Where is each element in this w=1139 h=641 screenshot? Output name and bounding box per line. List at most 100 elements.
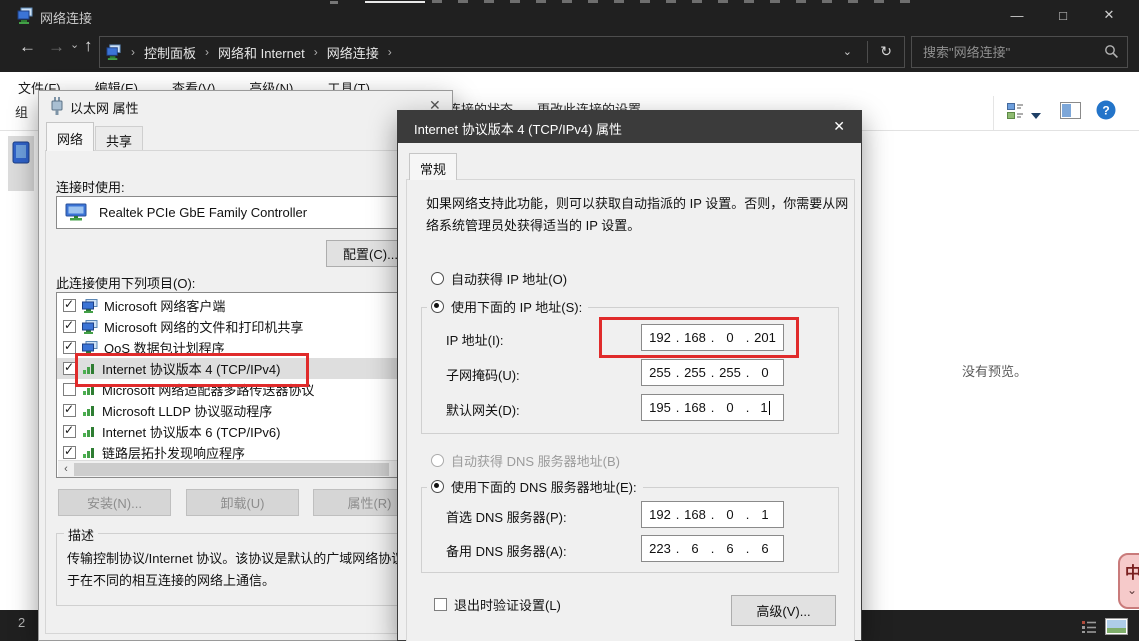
ip-octet[interactable]: 192 [645, 330, 675, 345]
ip-octet[interactable]: 201 [750, 330, 780, 345]
ip-octet[interactable]: 6 [715, 541, 745, 556]
ip-octet[interactable]: 0 [750, 365, 780, 380]
preview-pane-icon[interactable] [1060, 102, 1081, 124]
status-item-count: 2 [18, 615, 25, 630]
maximize-button[interactable]: □ [1040, 0, 1086, 30]
default-gateway-label: 默认网关(D): [446, 400, 520, 419]
client-icon [82, 341, 98, 355]
checkbox[interactable] [434, 598, 447, 611]
ip-octet[interactable]: 223 [645, 541, 675, 556]
subnet-mask-input[interactable]: 255. 255. 255. 0 [641, 359, 784, 386]
checkbox[interactable] [63, 362, 76, 375]
list-item[interactable]: Microsoft 网络适配器多路传送器协议 [57, 379, 441, 400]
radio-icon[interactable] [431, 300, 444, 313]
checkbox[interactable] [63, 320, 76, 333]
checkbox[interactable] [63, 404, 76, 417]
list-item[interactable]: Internet 协议版本 6 (TCP/IPv6) [57, 421, 441, 442]
checkbox[interactable] [63, 383, 76, 396]
tcpipv4-properties-dialog: Internet 协议版本 4 (TCP/IPv4) 属性 ✕ 常规 如果网络支… [397, 110, 862, 641]
tab-network[interactable]: 网络 [46, 122, 94, 151]
ip-octet[interactable]: 168 [680, 507, 710, 522]
checkbox[interactable] [63, 446, 76, 459]
scrollbar-thumb[interactable] [74, 463, 389, 476]
validate-settings-checkbox[interactable]: 退出时验证设置(L) [434, 595, 561, 614]
list-item[interactable]: Microsoft LLDP 协议驱动程序 [57, 400, 441, 421]
radio-icon[interactable] [431, 480, 444, 493]
views-dropdown-icon[interactable] [1031, 107, 1041, 125]
advanced-button[interactable]: 高级(V)... [731, 595, 836, 626]
tab-sharing[interactable]: 共享 [95, 126, 143, 151]
search-box[interactable] [911, 36, 1128, 68]
list-item[interactable]: Microsoft 网络客户端 [57, 295, 441, 316]
ip-octet[interactable]: 195 [645, 400, 675, 415]
ip-octet[interactable]: 255 [680, 365, 710, 380]
address-breadcrumb-bar[interactable]: › 控制面板 › 网络和 Internet › 网络连接 › ⌄ ↻ [99, 36, 905, 68]
breadcrumb-location-icon [106, 44, 122, 60]
radio-icon[interactable] [431, 454, 444, 467]
ip-octet[interactable]: 6 [680, 541, 710, 556]
ethernet-properties-dialog: 以太网 属性 ✕ 网络 共享 连接时使用: Realtek PCIe GbE F… [38, 90, 453, 641]
list-item-label: Microsoft 网络适配器多路传送器协议 [102, 380, 314, 399]
radio-auto-dns[interactable]: 自动获得 DNS 服务器地址(B) [431, 451, 620, 470]
radio-manual-ip[interactable]: 使用下面的 IP 地址(S): [427, 295, 588, 318]
up-button[interactable]: ↑ [84, 36, 93, 56]
radio-icon[interactable] [431, 272, 444, 285]
breadcrumb-network-internet[interactable]: 网络和 Internet [218, 43, 305, 62]
ip-octet[interactable]: 1 [750, 507, 780, 522]
horizontal-scrollbar[interactable]: ‹ [58, 460, 439, 477]
minimize-button[interactable]: — [994, 0, 1040, 30]
status-thumbnail-view-icon[interactable] [1105, 618, 1128, 640]
alternate-dns-input[interactable]: 223. 6. 6. 6 [641, 535, 784, 562]
list-item[interactable]: Microsoft 网络的文件和打印机共享 [57, 316, 441, 337]
default-gateway-input[interactable]: 195. 168. 0. 1 [641, 394, 784, 421]
back-button[interactable]: ← [19, 37, 36, 57]
radio-auto-ip[interactable]: 自动获得 IP 地址(O) [431, 269, 567, 288]
close-button[interactable]: ✕ [1086, 0, 1132, 30]
ip-octet[interactable]: 1 [750, 400, 780, 416]
ip-address-input[interactable]: 192. 168. 0. 201 [641, 324, 784, 351]
ip-octet[interactable]: 168 [680, 330, 710, 345]
views-icon[interactable] [1007, 103, 1024, 124]
list-item-label: Microsoft 网络的文件和打印机共享 [104, 317, 303, 336]
ip-octet[interactable]: 6 [750, 541, 780, 556]
alternate-dns-label: 备用 DNS 服务器(A): [446, 541, 567, 560]
preferred-dns-input[interactable]: 192. 168. 0. 1 [641, 501, 784, 528]
search-input[interactable] [921, 44, 1095, 61]
ip-octet[interactable]: 0 [715, 330, 745, 345]
search-icon[interactable] [1104, 44, 1119, 64]
ip-octet[interactable]: 255 [645, 365, 675, 380]
list-item[interactable]: QoS 数据包计划程序 [57, 337, 441, 358]
ip-octet[interactable]: 0 [715, 507, 745, 522]
ip-octet[interactable]: 168 [680, 400, 710, 415]
help-icon[interactable]: ? [1096, 100, 1116, 125]
checkbox[interactable] [63, 425, 76, 438]
install-button[interactable]: 安装(N)... [58, 489, 171, 516]
breadcrumb-network-connections[interactable]: 网络连接 [327, 43, 379, 62]
tab-general[interactable]: 常规 [409, 153, 457, 180]
protocol-icon [82, 363, 96, 375]
list-item-tcpipv4[interactable]: Internet 协议版本 4 (TCP/IPv4) [57, 358, 441, 379]
organize-button-fragment[interactable]: 组 [15, 102, 28, 121]
nav-history-dropdown-icon[interactable]: ⌄ [70, 38, 79, 51]
network-adapter-icon [65, 203, 87, 222]
radio-manual-dns[interactable]: 使用下面的 DNS 服务器地址(E): [427, 475, 643, 498]
close-icon[interactable]: ✕ [833, 118, 845, 135]
list-item-label: Internet 协议版本 4 (TCP/IPv4) [102, 359, 280, 378]
status-details-view-icon[interactable] [1082, 620, 1097, 638]
checkbox[interactable] [63, 299, 76, 312]
forward-button[interactable]: → [48, 37, 65, 57]
breadcrumb-control-panel[interactable]: 控制面板 [144, 43, 196, 62]
dialog-titlebar: Internet 协议版本 4 (TCP/IPv4) 属性 ✕ [398, 111, 861, 143]
breadcrumb-separator: › [314, 45, 318, 59]
uninstall-button[interactable]: 卸载(U) [186, 489, 299, 516]
ip-octet[interactable]: 255 [715, 365, 745, 380]
ip-octet[interactable]: 0 [715, 400, 745, 415]
address-dropdown-icon[interactable]: ⌄ [843, 45, 852, 58]
refresh-icon[interactable]: ↻ [880, 43, 892, 60]
selected-connection-tile[interactable] [8, 136, 34, 191]
ime-language-badge[interactable]: 中 ⌄ [1118, 553, 1139, 609]
scroll-left-icon[interactable]: ‹ [58, 463, 74, 475]
ip-octet[interactable]: 192 [645, 507, 675, 522]
ethernet-plug-icon [50, 97, 63, 120]
checkbox[interactable] [63, 341, 76, 354]
